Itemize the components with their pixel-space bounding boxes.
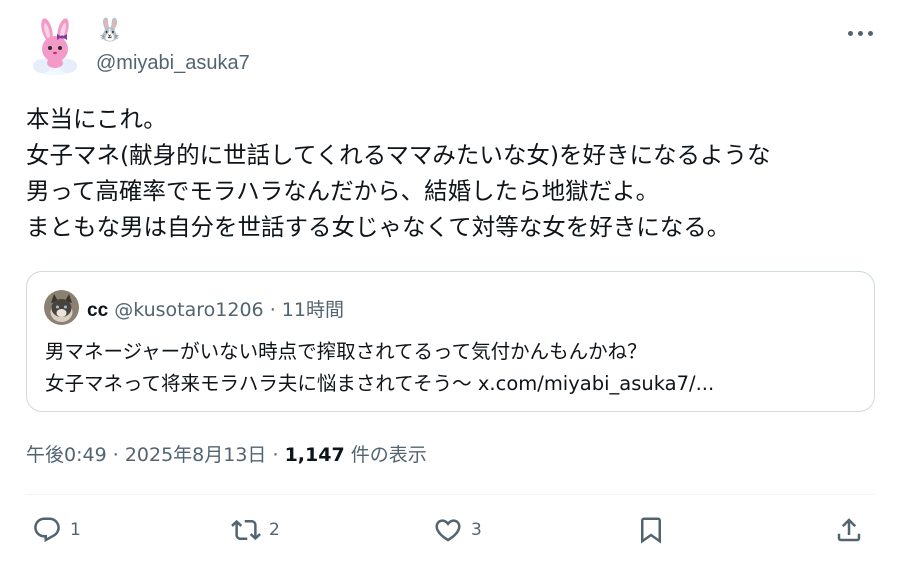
post-text-line: 男って高確率でモラハラなんだから、結婚したら地獄だよ。 <box>26 177 660 205</box>
post-text-line: まともな男は自分を世話する女じゃなくて対等な女を好きになる。 <box>26 213 731 241</box>
quoted-text-line: 男マネージャーがいない時点で搾取されてるって気付かんもんかね？ <box>45 340 647 363</box>
post-date[interactable]: 2025年8月13日 <box>125 444 267 466</box>
quoted-text: 男マネージャーがいない時点で搾取されてるって気付かんもんかね？ 女子マネって将来… <box>45 336 714 400</box>
post-time[interactable]: 午後0:49 <box>26 444 107 466</box>
like-count: 3 <box>471 520 482 540</box>
divider <box>26 494 876 495</box>
quoted-text-line: 女子マネって将来モラハラ夫に悩まされてそう～ x.com/miyabi_asuk… <box>45 372 715 395</box>
share-button[interactable] <box>834 510 864 550</box>
bookmark-button[interactable] <box>636 510 666 550</box>
quoted-time[interactable]: 11時間 <box>282 299 344 321</box>
more-icon[interactable] <box>848 28 874 38</box>
quoted-avatar[interactable] <box>44 290 79 325</box>
quoted-handle[interactable]: @kusotaro1206 <box>114 299 263 321</box>
quoted-display-name[interactable]: cc <box>87 300 108 321</box>
like-icon <box>435 519 461 542</box>
bookmark-icon <box>641 517 661 544</box>
post-text-line: 本当にこれ。 <box>26 105 167 133</box>
quoted-post[interactable]: cc @kusotaro1206 · 11時間 男マネージャーがいない時点で搾取… <box>26 271 875 412</box>
retweet-button[interactable]: 2 <box>231 510 280 550</box>
like-button[interactable]: 3 <box>433 510 482 550</box>
post-text-line: 女子マネ(献身的に世話してくれるママみたいな女)を好きになるような <box>26 141 771 169</box>
quoted-header: cc @kusotaro1206 · 11時間 <box>87 295 344 322</box>
share-icon <box>837 518 861 542</box>
display-name[interactable]: 🐰 <box>96 18 123 43</box>
separator: · <box>112 444 119 466</box>
user-handle[interactable]: @miyabi_asuka7 <box>96 52 250 75</box>
post-text: 本当にこれ。 女子マネ(献身的に世話してくれるママみたいな女)を好きになるような… <box>26 101 876 245</box>
retweet-count: 2 <box>269 520 280 540</box>
post-header: 🐰 @miyabi_asuka7 <box>26 14 878 84</box>
reply-button[interactable]: 1 <box>32 510 81 550</box>
avatar[interactable] <box>26 16 84 78</box>
action-bar: 1 2 3 <box>26 510 876 550</box>
views-count: 1,147 <box>284 444 345 466</box>
reply-icon <box>34 517 60 543</box>
separator: · <box>272 444 279 466</box>
retweet-icon <box>231 519 261 541</box>
reply-count: 1 <box>70 520 81 540</box>
separator: · <box>269 299 276 321</box>
post-meta: 午後0:49 · 2025年8月13日 · 1,147 件の表示 <box>26 440 427 467</box>
views-label: 件の表示 <box>350 444 427 466</box>
